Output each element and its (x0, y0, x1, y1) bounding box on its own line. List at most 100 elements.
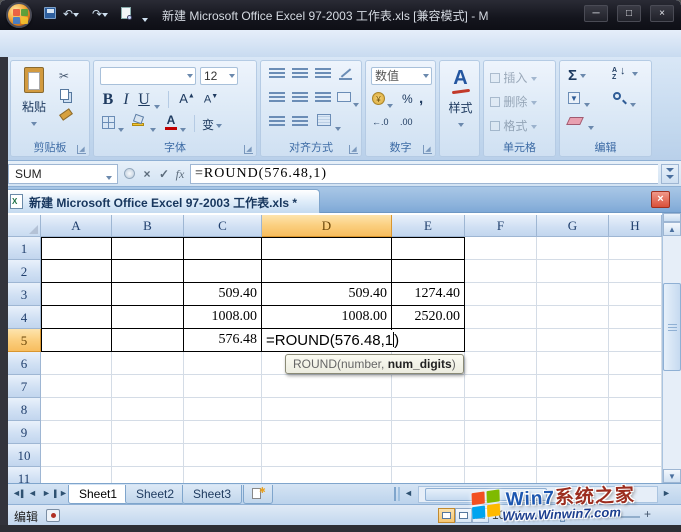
cell-H1[interactable] (609, 237, 662, 260)
accounting-format-icon[interactable]: ¥ (372, 92, 385, 105)
row-header-3[interactable]: 3 (8, 283, 41, 306)
cell-F11[interactable] (465, 467, 537, 483)
cell-G6[interactable] (537, 352, 609, 375)
row-header-10[interactable]: 10 (8, 444, 41, 467)
align-top-icon[interactable] (269, 68, 285, 79)
cell-G10[interactable] (537, 444, 609, 467)
cell-F9[interactable] (465, 421, 537, 444)
cell-B3[interactable] (112, 283, 184, 306)
cell-B1[interactable] (112, 237, 184, 260)
cell-G5[interactable] (537, 329, 609, 352)
cell-H7[interactable] (609, 375, 662, 398)
merge-center-dropdown[interactable] (353, 96, 359, 114)
cell-A8[interactable] (41, 398, 112, 421)
cell-styles-button[interactable]: A 样式 (440, 67, 481, 134)
underline-dropdown[interactable] (154, 98, 160, 116)
cell-D3[interactable]: 509.40 (262, 283, 392, 306)
save-icon[interactable] (44, 7, 56, 23)
horizontal-scrollbar[interactable] (418, 486, 658, 503)
row-header-2[interactable]: 2 (8, 260, 41, 283)
cell-A1[interactable] (41, 237, 112, 260)
cell-G3[interactable] (537, 283, 609, 306)
orientation-icon[interactable] (339, 67, 352, 80)
sheet-tab-sheet1[interactable]: Sheet1 (68, 485, 128, 504)
cell-A2[interactable] (41, 260, 112, 283)
clipboard-dialog-launcher[interactable]: ◢ (77, 145, 86, 154)
cell-G11[interactable] (537, 467, 609, 483)
cancel-formula-button[interactable]: × (138, 165, 156, 183)
row-header-4[interactable]: 4 (8, 306, 41, 329)
row-header-1[interactable]: 1 (8, 237, 41, 260)
zoom-slider[interactable] (520, 516, 640, 518)
vertical-split-handle[interactable] (663, 213, 681, 222)
sort-filter-icon[interactable]: AZ ↓ (612, 67, 617, 81)
autosum-button[interactable]: Σ (568, 67, 586, 84)
increase-decimal-button[interactable]: ←.0 (372, 117, 389, 127)
cell-H6[interactable] (609, 352, 662, 375)
page-layout-view-button[interactable] (455, 508, 472, 523)
row-header-8[interactable]: 8 (8, 398, 41, 421)
cell-G2[interactable] (537, 260, 609, 283)
cell-C3[interactable]: 509.40 (184, 283, 262, 306)
column-header-E[interactable]: E (392, 215, 465, 237)
shrink-font-button[interactable]: A▼ (200, 93, 222, 111)
borders-dropdown[interactable] (118, 121, 124, 139)
cell-D8[interactable] (262, 398, 392, 421)
normal-view-button[interactable] (438, 508, 455, 523)
page-break-view-button[interactable] (472, 508, 489, 523)
cell-C11[interactable] (184, 467, 262, 483)
horizontal-scroll-thumb[interactable] (425, 488, 547, 501)
qat-customize-icon[interactable] (142, 11, 148, 29)
first-sheet-button[interactable]: ◄▌ (12, 488, 25, 498)
macro-record-button[interactable] (46, 509, 60, 522)
cell-G4[interactable] (537, 306, 609, 329)
cell-C5[interactable]: 576.48 (184, 329, 262, 352)
column-header-B[interactable]: B (112, 215, 184, 237)
cell-B5[interactable] (112, 329, 184, 352)
paste-button[interactable]: 粘贴 (19, 67, 49, 133)
cell-H4[interactable] (609, 306, 662, 329)
cell-F6[interactable] (465, 352, 537, 375)
fill-color-dropdown[interactable] (150, 121, 156, 139)
cell-E4[interactable]: 2520.00 (392, 306, 465, 329)
cell-B7[interactable] (112, 375, 184, 398)
expand-formula-bar-button[interactable] (661, 164, 679, 184)
cell-C7[interactable] (184, 375, 262, 398)
formula-bar-grip[interactable] (124, 168, 135, 179)
clear-eraser-icon[interactable] (566, 117, 584, 125)
cell-H10[interactable] (609, 444, 662, 467)
cell-C4[interactable]: 1008.00 (184, 306, 262, 329)
cell-C6[interactable] (184, 352, 262, 375)
column-header-A[interactable]: A (41, 215, 112, 237)
font-name-combo[interactable] (100, 67, 196, 85)
cell-D9[interactable] (262, 421, 392, 444)
workbook-close-button[interactable]: × (651, 191, 670, 208)
undo-button[interactable]: ↶ (63, 6, 79, 22)
cell-E1[interactable] (392, 237, 465, 260)
cell-F5[interactable] (465, 329, 537, 352)
italic-button[interactable]: I (118, 91, 134, 109)
cell-A7[interactable] (41, 375, 112, 398)
cell-A11[interactable] (41, 467, 112, 483)
name-box[interactable]: SUM (8, 164, 118, 184)
cell-D10[interactable] (262, 444, 392, 467)
row-header-7[interactable]: 7 (8, 375, 41, 398)
align-right-icon[interactable] (315, 92, 331, 103)
cell-B2[interactable] (112, 260, 184, 283)
minimize-button[interactable]: ─ (584, 5, 608, 22)
cell-F2[interactable] (465, 260, 537, 283)
cell-B10[interactable] (112, 444, 184, 467)
cell-F1[interactable] (465, 237, 537, 260)
tab-splitter[interactable] (394, 487, 400, 501)
print-preview-icon[interactable] (121, 7, 131, 23)
next-sheet-button[interactable]: ► (40, 488, 53, 498)
percent-style-button[interactable]: % (402, 92, 413, 106)
row-header-6[interactable]: 6 (8, 352, 41, 375)
wrap-text-icon[interactable] (317, 114, 331, 126)
bold-button[interactable]: B (100, 91, 116, 109)
find-select-dropdown[interactable] (630, 96, 636, 114)
vertical-scroll-thumb[interactable] (663, 283, 681, 371)
cell-E7[interactable] (392, 375, 465, 398)
cell-C10[interactable] (184, 444, 262, 467)
insert-function-button[interactable]: fx (171, 165, 189, 183)
